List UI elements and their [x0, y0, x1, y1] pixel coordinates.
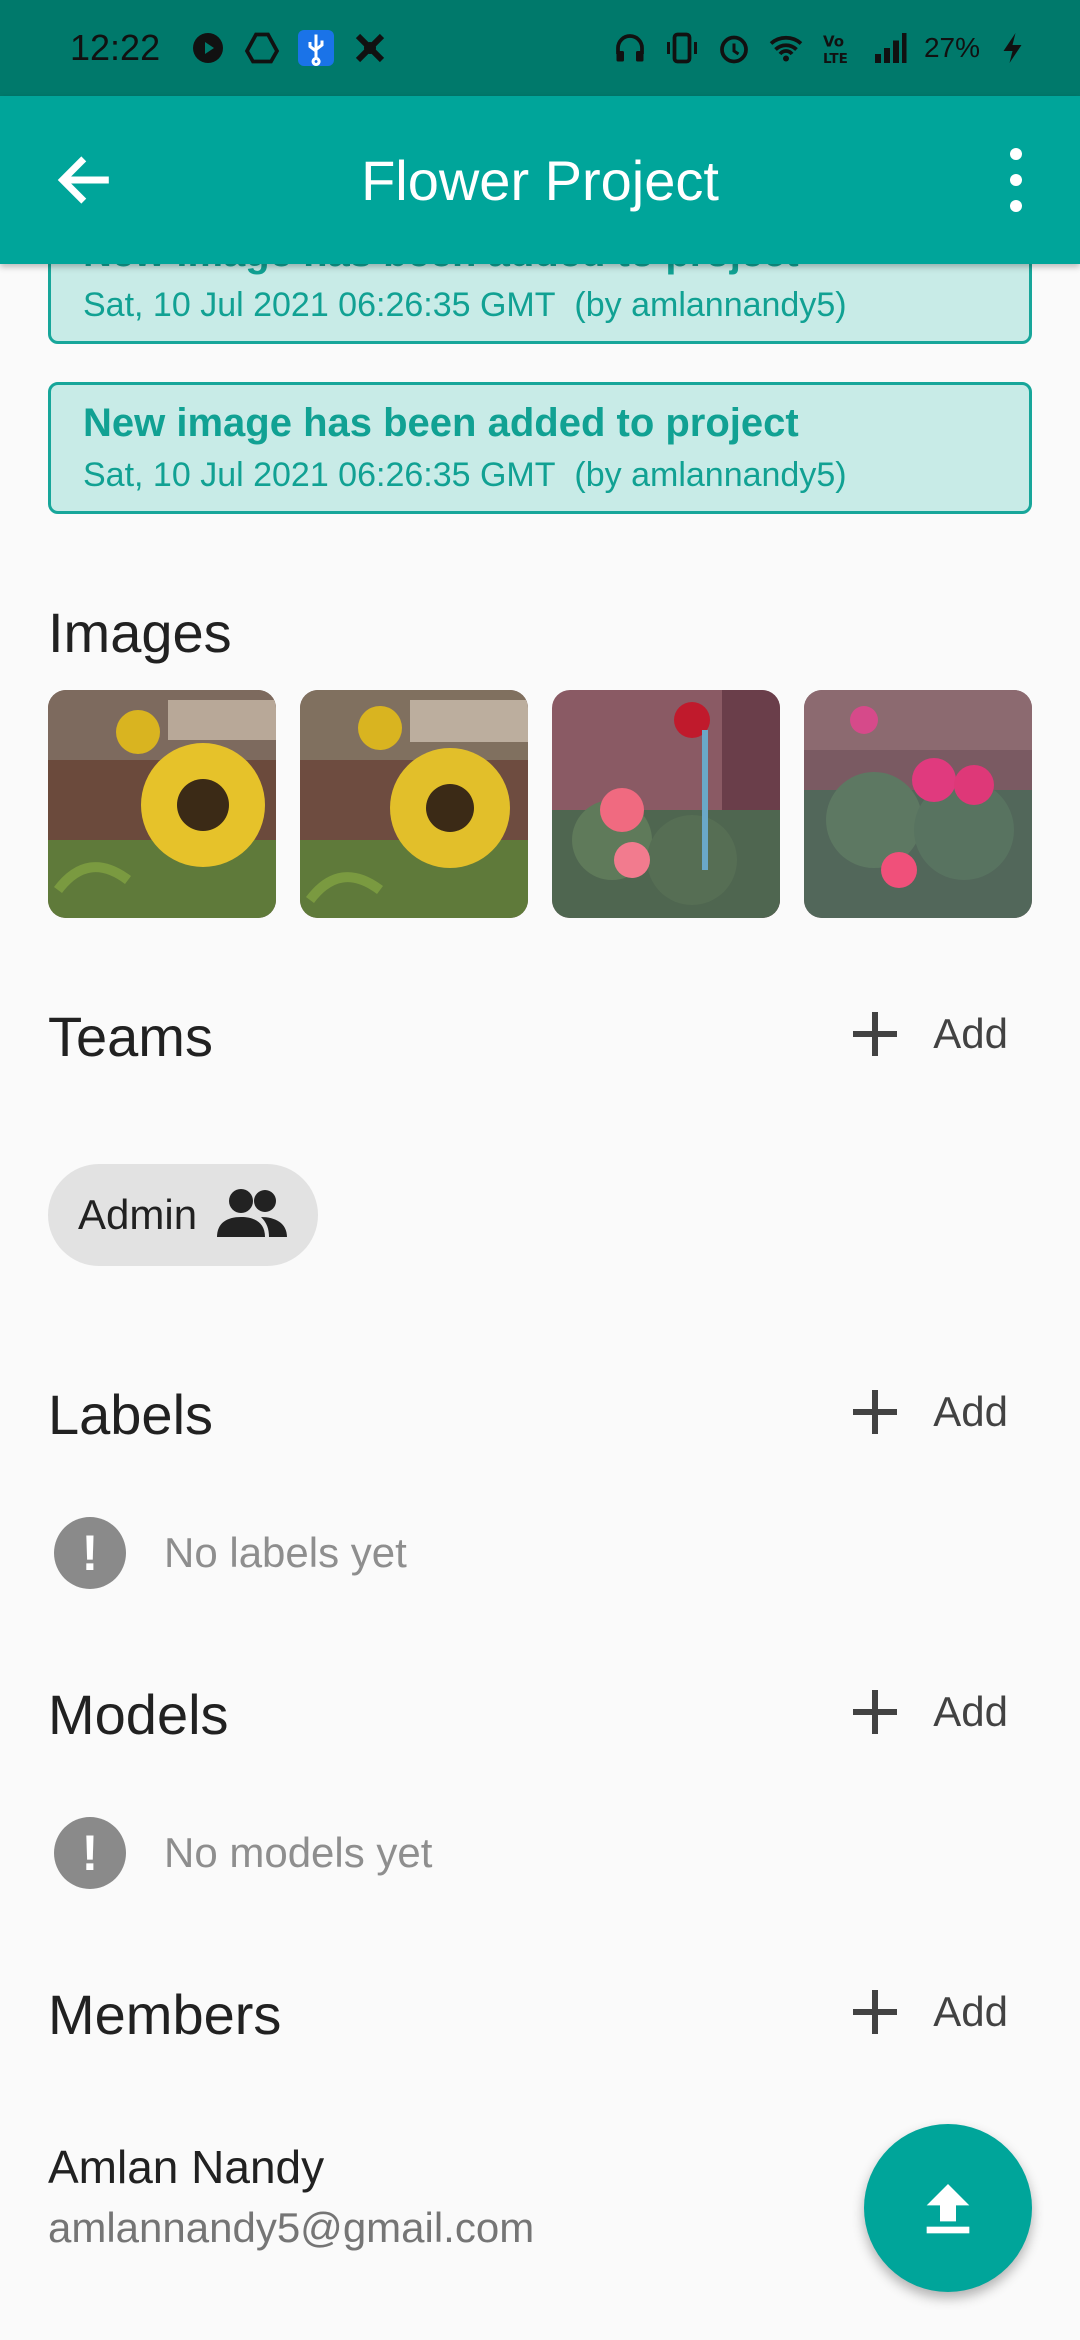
teams-title: Teams — [48, 1005, 213, 1068]
play-icon — [190, 30, 226, 66]
member-name[interactable]: Amlan Nandy — [48, 2140, 324, 2194]
notification-icons — [190, 30, 388, 66]
wifi-icon — [768, 30, 804, 66]
add-model-button[interactable]: Add — [853, 1688, 1008, 1736]
alert-icon: ! — [54, 1817, 126, 1889]
usb-icon — [298, 30, 335, 66]
notification-timestamp: Sat, 10 Jul 2021 06:26:35 GMT — [83, 456, 556, 494]
team-chip-label: Admin — [78, 1191, 198, 1238]
plus-icon — [853, 1990, 898, 2034]
activity-notification: New image has been added to project Sat,… — [48, 382, 1032, 514]
app-icon — [352, 30, 388, 66]
notification-meta: Sat, 10 Jul 2021 06:26:35 GMT (by amlann… — [83, 286, 997, 325]
app-bar: Flower Project — [0, 96, 1080, 264]
svg-text:Vo: Vo — [823, 33, 844, 51]
image-thumbnail-dahlia[interactable] — [552, 690, 780, 918]
labels-title: Labels — [48, 1383, 214, 1446]
alert-icon: ! — [54, 1517, 126, 1589]
member-email: amlannandy5@gmail.com — [48, 2204, 535, 2251]
models-empty-state: ! No models yet — [54, 1817, 432, 1889]
headphones-icon — [612, 30, 648, 66]
notification-author: (by amlannandy5) — [574, 286, 847, 324]
notification-meta: Sat, 10 Jul 2021 06:26:35 GMT (by amlann… — [83, 456, 997, 495]
activity-notification: New image has been added to project Sat,… — [48, 264, 1032, 344]
add-member-label: Add — [933, 1988, 1008, 2035]
image-thumbnail-sunflower[interactable] — [48, 690, 276, 918]
upload-icon — [926, 2184, 970, 2234]
add-team-label: Add — [933, 1010, 1008, 1057]
models-title: Models — [48, 1683, 229, 1746]
volte-icon: Vo LTE — [820, 30, 856, 67]
alarm-icon — [716, 30, 752, 66]
models-empty-text: No models yet — [164, 1829, 433, 1876]
status-time: 12:22 — [70, 27, 161, 68]
plus-icon — [853, 1012, 898, 1056]
team-chip-admin[interactable]: Admin — [48, 1164, 318, 1266]
signal-icon — [872, 30, 908, 66]
system-icons: Vo LTE 27% — [612, 30, 1032, 66]
more-options-icon[interactable] — [1004, 148, 1028, 212]
images-title: Images — [48, 601, 232, 664]
vibrate-icon — [664, 30, 700, 66]
charging-icon — [996, 30, 1032, 66]
members-title: Members — [48, 1983, 282, 2046]
people-icon — [217, 1185, 288, 1246]
project-content[interactable]: New image has been added to project Sat,… — [0, 264, 1080, 2340]
add-label-button[interactable]: Add — [853, 1388, 1008, 1436]
svg-text:LTE: LTE — [823, 51, 848, 66]
notification-timestamp: Sat, 10 Jul 2021 06:26:35 GMT — [83, 286, 556, 324]
notification-message: New image has been added to project — [83, 264, 997, 276]
image-thumbnail-sunflower[interactable] — [300, 690, 528, 918]
upload-fab-button[interactable] — [864, 2124, 1032, 2292]
page-title: Flower Project — [361, 148, 719, 212]
add-label-label: Add — [933, 1388, 1008, 1435]
notification-message: New image has been added to project — [83, 401, 799, 445]
add-model-label: Add — [933, 1688, 1008, 1735]
notification-author: (by amlannandy5) — [574, 456, 847, 494]
plus-icon — [853, 1390, 898, 1434]
labels-empty-text: No labels yet — [164, 1529, 407, 1576]
battery-percent: 27% — [923, 32, 980, 63]
image-thumbnails — [48, 690, 1032, 918]
image-thumbnail-dahlia[interactable] — [804, 690, 1032, 918]
plus-icon — [853, 1690, 898, 1734]
labels-empty-state: ! No labels yet — [54, 1517, 407, 1589]
add-member-button[interactable]: Add — [853, 1988, 1008, 2036]
status-bar: 12:22 Vo LTE 27% — [0, 0, 1080, 96]
drive-icon — [244, 30, 280, 66]
add-team-button[interactable]: Add — [853, 1010, 1008, 1058]
